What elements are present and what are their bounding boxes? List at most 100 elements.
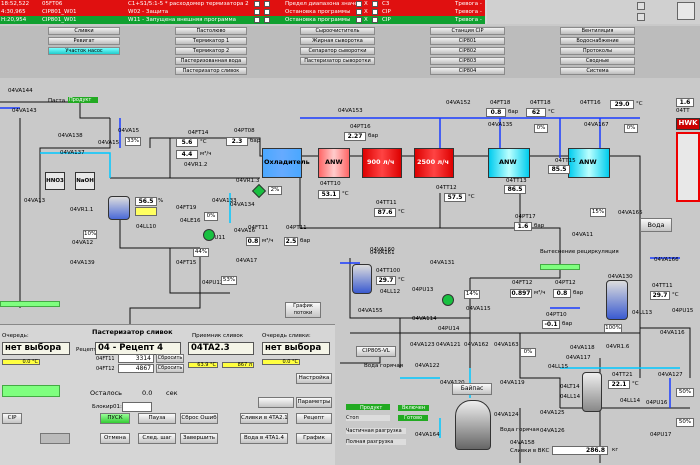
nav-button[interactable]: Пастеризованная вода bbox=[175, 57, 247, 65]
hwk-unit[interactable]: HWK bbox=[676, 118, 700, 130]
alarm-row[interactable]: 4:30,965 CIP801_W01 W02 - Защита Останов… bbox=[0, 8, 485, 16]
nav-button[interactable]: Термикатор 2 bbox=[175, 47, 247, 55]
blank-button[interactable] bbox=[258, 397, 294, 408]
alarm-checkbox[interactable] bbox=[264, 9, 270, 15]
nav-button[interactable]: Ревигат bbox=[48, 37, 120, 45]
cancel-button[interactable]: Отмена bbox=[100, 433, 130, 444]
hwk-body[interactable] bbox=[676, 132, 700, 202]
finish-button[interactable]: Завершить bbox=[180, 433, 218, 444]
nav-button[interactable]: Сливки bbox=[48, 27, 120, 35]
nav-button[interactable]: Жирная сыворотка bbox=[300, 37, 375, 45]
cip805-button[interactable]: CIP805-VL bbox=[356, 346, 396, 357]
queue-display[interactable]: нет выбора bbox=[2, 342, 70, 355]
receiver-level-bar: 867 л bbox=[222, 362, 254, 368]
nav-button[interactable]: Вентиляция bbox=[560, 27, 635, 35]
cip-button[interactable]: CIP bbox=[2, 413, 22, 424]
graph-flows-button[interactable]: График потоки bbox=[285, 302, 321, 318]
alarm-checkbox[interactable] bbox=[356, 1, 362, 7]
tag-04tt100: 04TT100 bbox=[376, 268, 401, 274]
paste-label: Паста bbox=[48, 98, 66, 104]
nav-button[interactable]: Сводные bbox=[560, 57, 635, 65]
hex-anw-1[interactable]: ANW bbox=[318, 148, 350, 178]
hex-2500[interactable]: 2500 л/ч bbox=[414, 148, 454, 178]
alarm-checkbox[interactable] bbox=[254, 17, 260, 23]
nav-button[interactable]: Система bbox=[560, 67, 635, 75]
nav-button[interactable]: CIP804 bbox=[430, 67, 505, 75]
nav-button[interactable]: Сепаратор сыворотки bbox=[300, 47, 375, 55]
tag-04pt08: 04PT08 bbox=[234, 128, 255, 134]
valve-vr13-position: 2% bbox=[268, 186, 282, 195]
tag-04pt11: 04PT11 bbox=[286, 225, 307, 231]
alarm-checkbox[interactable] bbox=[356, 17, 362, 23]
bypass-button[interactable]: Байпас bbox=[452, 383, 492, 395]
cream-to-tank-button[interactable]: Сливки в 4TA2.1 bbox=[240, 413, 288, 424]
alarm-time: 4:30,965 bbox=[1, 9, 26, 15]
pump-13-icon[interactable] bbox=[442, 294, 454, 306]
nav-button[interactable]: Сыроочиститель bbox=[300, 27, 375, 35]
alarm-checkbox[interactable] bbox=[372, 9, 378, 15]
receiver-temp-bar: 63.9 °C bbox=[188, 362, 218, 368]
alarm-checkbox[interactable] bbox=[372, 17, 378, 23]
nav-button[interactable]: Участок насос bbox=[48, 47, 120, 55]
tank-3[interactable] bbox=[606, 280, 628, 320]
queue2-display[interactable]: нет выбора bbox=[262, 342, 330, 355]
nav-button[interactable]: Пастолюво bbox=[175, 27, 247, 35]
pt11-value: 2.5 bbox=[284, 237, 298, 246]
tank-naoh[interactable]: NaOH bbox=[75, 172, 95, 190]
reset-errors-button[interactable]: Сброс Ошиб bbox=[180, 413, 218, 424]
tt21-unit: °C bbox=[632, 381, 639, 387]
cream-vks-unit: кг bbox=[612, 447, 619, 453]
nav-button[interactable]: Термикатор 1 bbox=[175, 37, 247, 45]
separator[interactable] bbox=[455, 400, 491, 450]
scroll-down-icon[interactable] bbox=[637, 13, 645, 21]
tag-04le16: 04LE16 bbox=[180, 218, 201, 224]
chiller-exchanger[interactable]: Охладитель bbox=[262, 148, 310, 178]
tag-04tt21: 04TT21 bbox=[612, 372, 633, 378]
nav-button[interactable]: CIP801 bbox=[430, 37, 505, 45]
water-to-tank-button[interactable]: Вода в 4TA1.4 bbox=[240, 433, 288, 444]
next-step-button[interactable]: След. шаг bbox=[138, 433, 176, 444]
pump-11-icon[interactable] bbox=[203, 229, 215, 241]
nav-button[interactable]: Водоснабжение bbox=[560, 37, 635, 45]
nav-button[interactable]: Протоколы bbox=[560, 47, 635, 55]
nav-button[interactable]: CIP802 bbox=[430, 47, 505, 55]
tank-4[interactable] bbox=[582, 372, 602, 412]
disabled-button[interactable] bbox=[40, 433, 70, 444]
pause-button[interactable]: Пауза bbox=[138, 413, 176, 424]
tank-1[interactable] bbox=[108, 196, 130, 220]
start-button[interactable]: ПУСК bbox=[100, 413, 130, 424]
parameters-button[interactable]: Параметры bbox=[296, 397, 332, 408]
settings-button[interactable]: Настройка bbox=[296, 373, 332, 384]
nav-button[interactable]: CIP803 bbox=[430, 57, 505, 65]
alarm-checkbox[interactable] bbox=[264, 17, 270, 23]
alarm-checkbox[interactable] bbox=[264, 1, 270, 7]
hex-900[interactable]: 900 л/ч bbox=[362, 148, 402, 178]
valve-position-0b: 0% bbox=[520, 348, 536, 357]
tag-04pu16: 04PU16 bbox=[646, 400, 668, 406]
alarm-checkbox[interactable] bbox=[254, 1, 260, 7]
recipe-button[interactable]: Рецепт bbox=[296, 413, 332, 424]
reset2-button[interactable]: Сбросить bbox=[156, 364, 184, 373]
alarm-checkbox[interactable] bbox=[254, 9, 260, 15]
tt12-value: 57.5 bbox=[444, 193, 466, 202]
alarm-row[interactable]: H:20,954 CIP801_W01 W11 - Запущена внешн… bbox=[0, 16, 485, 24]
receiver-display[interactable]: 04TA2.3 bbox=[188, 342, 254, 355]
hex-anw-2[interactable]: ANW bbox=[488, 148, 530, 178]
alarm-event: Предел диапазона значен bbox=[285, 1, 362, 7]
graph-button[interactable]: График bbox=[296, 433, 332, 444]
tag-04va121: 04VA121 bbox=[436, 342, 461, 348]
nav-button[interactable]: Пастеризатор сыворотки bbox=[300, 57, 375, 65]
scroll-up-icon[interactable] bbox=[637, 2, 645, 10]
alarm-checkbox[interactable] bbox=[356, 9, 362, 15]
tt13-value: 86.5 bbox=[504, 185, 526, 194]
tank-2[interactable] bbox=[352, 264, 372, 294]
tank-hno3[interactable]: HNO3 bbox=[45, 172, 65, 190]
nav-button[interactable]: Станция CIP bbox=[430, 27, 505, 35]
ft11-unit: м³/ч bbox=[262, 238, 274, 244]
alarm-checkbox[interactable] bbox=[372, 1, 378, 7]
nav-button[interactable]: Пастеризатор сливок bbox=[175, 67, 247, 75]
alarm-ack-all-button[interactable] bbox=[677, 2, 695, 20]
reset1-button[interactable]: Сбросить bbox=[156, 354, 184, 363]
alarm-row[interactable]: 18:52,522 05FT06 C1+S1/5:1-5 * расходоме… bbox=[0, 0, 485, 8]
water-button[interactable]: Вода bbox=[640, 218, 672, 232]
